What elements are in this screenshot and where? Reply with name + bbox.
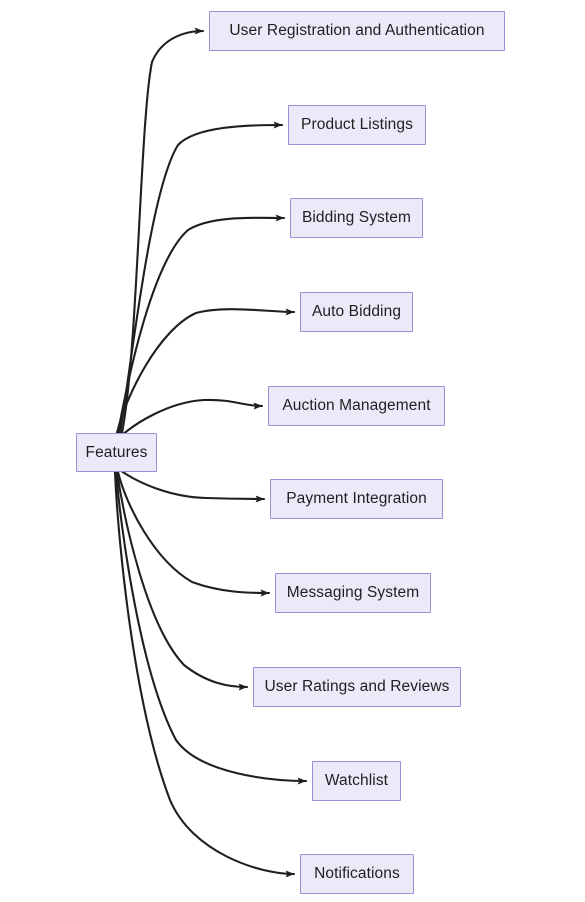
edge-0 xyxy=(120,27,205,435)
node-bidding-system[interactable]: Bidding System xyxy=(290,198,423,238)
node-user-ratings-and-reviews-label: User Ratings and Reviews xyxy=(264,678,450,696)
node-auction-management[interactable]: Auction Management xyxy=(268,386,445,426)
node-watchlist-label: Watchlist xyxy=(324,772,389,790)
node-user-registration-and-authentication-label: User Registration and Authentication xyxy=(229,22,485,40)
node-product-listings[interactable]: Product Listings xyxy=(288,105,426,145)
edge-4 xyxy=(118,398,264,439)
node-user-registration-and-authentication[interactable]: User Registration and Authentication xyxy=(209,11,505,51)
node-payment-integration[interactable]: Payment Integration xyxy=(270,479,443,519)
node-user-ratings-and-reviews[interactable]: User Ratings and Reviews xyxy=(253,667,461,707)
node-features[interactable]: Features xyxy=(76,433,157,472)
node-auction-management-label: Auction Management xyxy=(282,397,431,415)
node-messaging-system-label: Messaging System xyxy=(286,584,420,602)
node-features-label: Features xyxy=(85,443,148,461)
mindmap-diagram: Features User Registration and Authentic… xyxy=(0,0,585,902)
edge-7 xyxy=(115,470,249,691)
node-messaging-system[interactable]: Messaging System xyxy=(275,573,431,613)
edge-1 xyxy=(118,121,284,435)
node-notifications[interactable]: Notifications xyxy=(300,854,414,894)
node-payment-integration-label: Payment Integration xyxy=(286,490,427,508)
node-auto-bidding-label: Auto Bidding xyxy=(311,303,402,321)
node-notifications-label: Notifications xyxy=(314,865,400,883)
node-product-listings-label: Product Listings xyxy=(301,116,413,134)
edge-5 xyxy=(118,468,266,503)
node-watchlist[interactable]: Watchlist xyxy=(312,761,401,801)
node-bidding-system-label: Bidding System xyxy=(301,209,412,227)
node-auto-bidding[interactable]: Auto Bidding xyxy=(300,292,413,332)
